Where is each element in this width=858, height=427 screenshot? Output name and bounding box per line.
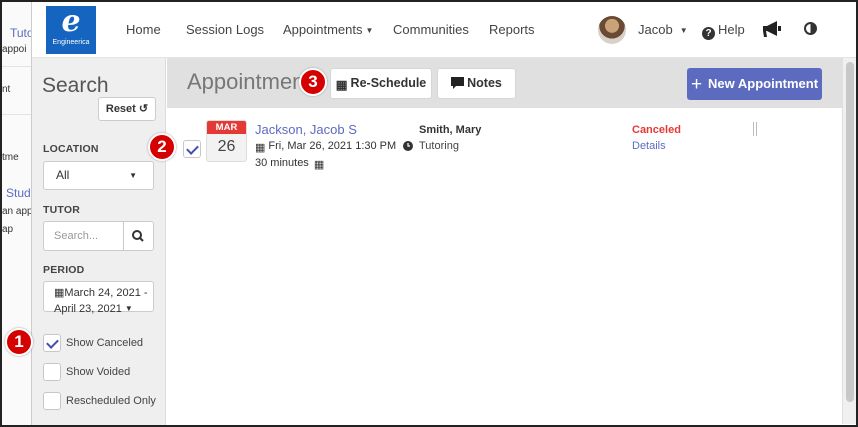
notes-label: Notes [467, 76, 502, 90]
callout-badge: 2 [148, 133, 176, 161]
period-label: PERIOD [43, 264, 85, 276]
engineerica-logo[interactable]: e Engineerica [46, 6, 96, 54]
show-voided-checkbox[interactable] [43, 363, 61, 381]
period-picker[interactable]: ▦March 24, 2021 - April 23, 2021 ▼ [43, 281, 154, 315]
calendar-icon: ▦ [54, 287, 65, 299]
top-navbar: e Engineerica Home Session Logs Appointm… [32, 2, 856, 58]
nav-home[interactable]: Home [126, 22, 161, 37]
location-label: LOCATION [43, 143, 99, 155]
student-name-link[interactable]: Jackson, Jacob S [255, 122, 357, 137]
help-link[interactable]: ? Help [702, 22, 745, 40]
calendar-clock-icon: ▦ [313, 159, 325, 171]
appointment-duration: 30 minutes ▦ [255, 157, 327, 171]
search-title: Search [42, 74, 109, 97]
question-circle-icon: ? [702, 27, 715, 40]
tutor-search-input[interactable]: Search... [43, 221, 123, 251]
background-page: Tuto appoi nt tme Stud an app ap [2, 2, 32, 425]
callout-badge: 1 [5, 328, 33, 356]
date-day: 26 [217, 138, 236, 155]
contrast-icon[interactable] [804, 22, 817, 35]
tutor-label: TUTOR [43, 204, 80, 216]
comment-icon [451, 77, 465, 89]
rescheduled-only-label: Rescheduled Only [66, 395, 156, 407]
reschedule-button[interactable]: ▦ Re-Schedule [330, 68, 432, 99]
appointment-checkbox[interactable] [183, 140, 201, 158]
period-start: March 24, 2021 - [64, 287, 148, 299]
user-name: Jacob [638, 22, 673, 37]
rescheduled-only-option[interactable]: Rescheduled Only [43, 392, 163, 412]
notes-button[interactable]: Notes [437, 68, 516, 99]
details-link[interactable]: Details [632, 140, 666, 152]
help-label: Help [718, 22, 745, 37]
megaphone-icon[interactable] [762, 20, 782, 38]
tutor-name: Smith, Mary [419, 124, 482, 136]
location-select[interactable]: All ▼ [43, 161, 154, 190]
nav-reports[interactable]: Reports [489, 22, 535, 37]
plus-icon: + [690, 74, 703, 95]
caret-down-icon: ▼ [365, 26, 374, 35]
nav-appointments-label: Appointments [283, 22, 363, 37]
logo-glyph: e [61, 4, 81, 39]
tutor-search-button[interactable] [123, 221, 154, 251]
scrollbar[interactable] [842, 58, 856, 424]
reset-button[interactable]: Reset ↺ [98, 97, 156, 121]
page-title: Appointmen [187, 69, 305, 94]
background-fragment: Stud [6, 186, 31, 200]
background-fragment: Tuto [10, 26, 32, 40]
reschedule-label: Re-Schedule [350, 76, 427, 90]
show-canceled-option[interactable]: Show Canceled [43, 334, 163, 354]
main-header: Appointmen ▦ Re-Schedule Notes + New Appoi… [167, 58, 842, 108]
show-voided-label: Show Voided [66, 366, 131, 378]
new-appointment-label: New Appointment [708, 76, 819, 91]
show-voided-option[interactable]: Show Voided [43, 363, 163, 383]
nav-session-logs[interactable]: Session Logs [186, 22, 264, 37]
appointment-datetime: ▦ Fri, Mar 26, 2021 1:30 PM [255, 140, 416, 154]
caret-down-icon: ▼ [124, 304, 133, 313]
appointment-duration-text: 30 minutes [255, 157, 309, 169]
period-end: April 23, 2021 [54, 303, 122, 315]
background-fragment: tme [2, 152, 19, 163]
background-fragment: nt [2, 84, 11, 95]
caret-down-icon: ▼ [679, 26, 688, 35]
user-menu[interactable]: Jacob ▼ [638, 22, 688, 37]
avatar[interactable] [598, 16, 626, 44]
nav-communities[interactable]: Communities [393, 22, 469, 37]
status-badge: Canceled [632, 124, 681, 136]
callout-badge: 3 [299, 68, 327, 96]
logo-brand: Engineerica [52, 39, 90, 46]
scrollbar-thumb[interactable] [846, 62, 854, 402]
location-value: All [56, 168, 70, 182]
show-canceled-label: Show Canceled [66, 337, 144, 349]
appointment-datetime-text: Fri, Mar 26, 2021 1:30 PM [268, 140, 397, 152]
show-canceled-checkbox[interactable] [43, 334, 61, 352]
date-badge: MAR 26 [206, 120, 247, 162]
new-appointment-button[interactable]: + New Appointment [687, 68, 822, 100]
caret-down-icon: ▼ [129, 171, 137, 180]
app-window: Tuto appoi nt tme Stud an app ap e Engin… [0, 0, 858, 427]
nav-appointments[interactable]: Appointments ▼ [283, 22, 373, 37]
text-cursor-icon [753, 122, 757, 136]
background-fragment: an app [2, 206, 32, 217]
undo-icon: ↺ [138, 103, 149, 115]
search-sidebar: Search Reset ↺ LOCATION All ▼ TUTOR Sear… [32, 58, 166, 425]
date-month: MAR [207, 121, 246, 134]
service-name: Tutoring [419, 140, 459, 152]
background-fragment: appoi [2, 44, 27, 55]
rescheduled-only-checkbox[interactable] [43, 392, 61, 410]
calendar-icon: ▦ [255, 142, 266, 154]
reset-label: Reset [105, 103, 136, 115]
clock-icon [403, 141, 414, 151]
main-content: Appointmen ▦ Re-Schedule Notes + New Appoi… [167, 58, 842, 425]
search-icon [132, 230, 144, 242]
calendar-icon: ▦ [335, 78, 348, 92]
appointment-row[interactable]: MAR 26 Jackson, Jacob S ▦ Fri, Mar 26, 20… [167, 110, 842, 171]
background-fragment: ap [2, 224, 14, 235]
